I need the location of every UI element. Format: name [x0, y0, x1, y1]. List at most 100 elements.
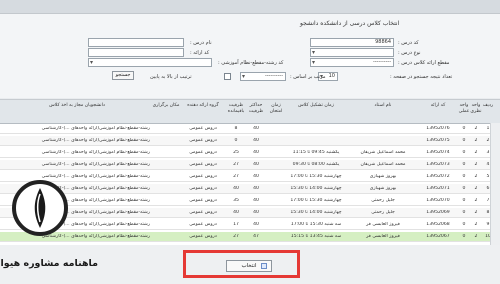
offer-section-label: مقطع ارائه کلاس درس :: [398, 60, 450, 66]
cell-max: 40: [253, 162, 259, 167]
cell-max: 40: [253, 174, 259, 179]
course-type-label: نوع درس :: [398, 50, 421, 56]
results-per-page-label: تعداد نتیجه جستجو در صفحه :: [390, 74, 453, 80]
cell-group: دروس عمومی: [189, 222, 217, 227]
cell-c2: 2: [474, 138, 478, 143]
offer-section-select[interactable]: ----------: [310, 58, 394, 67]
cell-group: دروس عمومی: [189, 210, 217, 215]
cell-c2: 2: [474, 198, 478, 203]
cell-c2: 2: [474, 234, 478, 239]
brand-name: ماهنامه مشاوره هیوا: [0, 258, 98, 269]
cell-code: 13952076: [426, 126, 450, 131]
cell-code: 13952075: [426, 138, 450, 143]
cell-c2: 2: [474, 222, 478, 227]
cell-c3: 0: [462, 186, 466, 191]
sort-select[interactable]: ----------: [240, 72, 286, 81]
cell-c2: 2: [474, 126, 478, 131]
cell-allowed: رشته-مقطع-نظام آموزشی(ارائه واحدهای ...)…: [41, 150, 150, 155]
th-theory: واحد نظری: [470, 103, 482, 114]
table-scrollbar[interactable]: [490, 123, 500, 245]
select-button-label: انتخاب: [241, 263, 257, 269]
cell-group: دروس عمومی: [189, 174, 217, 179]
logo-emblem: [12, 180, 68, 236]
course-code-label: کد درس :: [398, 40, 419, 46]
th-max-capacity: حداکثر ظرفیت: [248, 103, 264, 114]
cell-time: چهارشنبه 15:30 تا 17:00: [290, 174, 342, 179]
th-exam-time: زمان امتحان: [269, 103, 283, 114]
cell-c3: 0: [462, 126, 466, 131]
course-name-label: نام درس :: [190, 40, 212, 46]
cell-group: دروس عمومی: [189, 150, 217, 155]
cell-group: دروس عمومی: [189, 234, 217, 239]
brand-logo: ماهنامه مشاوره هیوا: [0, 180, 98, 284]
cell-rem: 8: [234, 126, 238, 131]
th-row: ردیف: [482, 103, 494, 108]
cell-c3: 0: [462, 162, 466, 167]
course-code-input[interactable]: 98864: [310, 38, 394, 47]
offer-code-input[interactable]: [88, 48, 184, 57]
field-code-label: کد رشته-مقطع-نظام آموزشی :: [218, 60, 284, 66]
cell-c3: 0: [462, 174, 466, 179]
table-row[interactable]: 2 2 0 13952075 40 0 دروس عمومی رشته-مقطع-نظام آ…: [0, 136, 500, 146]
cell-c2: 2: [474, 174, 478, 179]
table-row[interactable]: 4 2 0 13952073 محمد اسماعیل شریفان یکشنبه 08:…: [0, 160, 500, 170]
offer-code-label: کد ارائه :: [190, 50, 210, 56]
cell-rem: 27: [233, 234, 239, 239]
cell-c3: 0: [462, 222, 466, 227]
table-header: ردیف واحد نظری واحد عملی کد ارائه نام اس…: [0, 99, 500, 124]
cell-teacher: فیروز العابسی فر: [366, 234, 400, 239]
select-icon: [261, 263, 267, 269]
course-name-input[interactable]: [88, 38, 184, 47]
desc-order-label: ترتیب از بالا به پایین: [150, 74, 192, 80]
cell-time: چهارشنبه 15:30 تا 17:00: [290, 198, 342, 203]
cell-code: 13952072: [426, 174, 450, 179]
search-button[interactable]: جستجو: [112, 71, 134, 80]
cell-teacher: جلیل رحمتی: [371, 198, 395, 203]
form-title: انتخاب کلاس درسی از دانشکده دانشجو: [300, 20, 400, 27]
cell-max: 40: [253, 222, 259, 227]
table-row[interactable]: 3 2 0 13952074 محمد اسماعیل شریفان یکشنبه 09:…: [0, 148, 500, 158]
cell-c2: 2: [474, 162, 478, 167]
cell-time: یکشنبه 09:45 تا 11:15: [292, 150, 340, 155]
cell-max: 40: [253, 138, 259, 143]
cell-code: 13952071: [426, 186, 450, 191]
cell-allowed: رشته-مقطع-نظام آموزشی(ارائه واحدهای ...)…: [41, 162, 150, 167]
cell-c3: 0: [462, 150, 466, 155]
cell-rem: 0: [234, 138, 238, 143]
cell-max: 40: [253, 126, 259, 131]
cell-rem: 35: [233, 198, 239, 203]
field-code-select[interactable]: [88, 58, 212, 67]
sort-label: مرتب بر اساس :: [290, 74, 326, 80]
search-panel: [0, 14, 500, 98]
cell-allowed: رشته-مقطع-نظام آموزشی(ارائه واحدهای ...)…: [41, 138, 150, 143]
cell-teacher: بهروز شهبازی: [369, 186, 397, 191]
cell-c3: 0: [462, 210, 466, 215]
cell-c3: 0: [462, 198, 466, 203]
cell-code: 13952067: [426, 234, 450, 239]
cell-teacher: فیروز العابسی فر: [366, 222, 400, 227]
desc-order-checkbox[interactable]: [224, 73, 231, 80]
cell-code: 13952069: [426, 210, 450, 215]
cell-group: دروس عمومی: [189, 198, 217, 203]
th-teacher: نام استاد: [374, 103, 392, 108]
cell-c3: 0: [462, 138, 466, 143]
cell-max: 40: [253, 186, 259, 191]
cell-max: 40: [253, 198, 259, 203]
course-type-select[interactable]: [310, 48, 394, 57]
cell-rem: 27: [233, 162, 239, 167]
cell-rem: 27: [233, 174, 239, 179]
cell-time: چهارشنبه 14:00 تا 15:30: [290, 186, 342, 191]
cell-group: دروس عمومی: [189, 126, 217, 131]
cell-teacher: جلیل رحمتی: [371, 210, 395, 215]
select-button[interactable]: انتخاب: [226, 260, 272, 272]
th-class-time: زمان تشکیل کلاس: [298, 103, 334, 108]
cell-rem: 25: [233, 150, 239, 155]
th-practical: واحد عملی: [458, 103, 470, 114]
cell-max: 40: [253, 210, 259, 215]
cell-code: 13952068: [426, 222, 450, 227]
cell-code: 13952070: [426, 198, 450, 203]
window-top-bar: [0, 0, 500, 14]
cell-time: یکشنبه 08:00 تا 09:30: [292, 162, 340, 167]
table-row[interactable]: 1 2 0 13952076 40 8 دروس عمومی رشته-مقطع-نظام آ…: [0, 124, 500, 134]
cell-max: 47: [253, 234, 259, 239]
